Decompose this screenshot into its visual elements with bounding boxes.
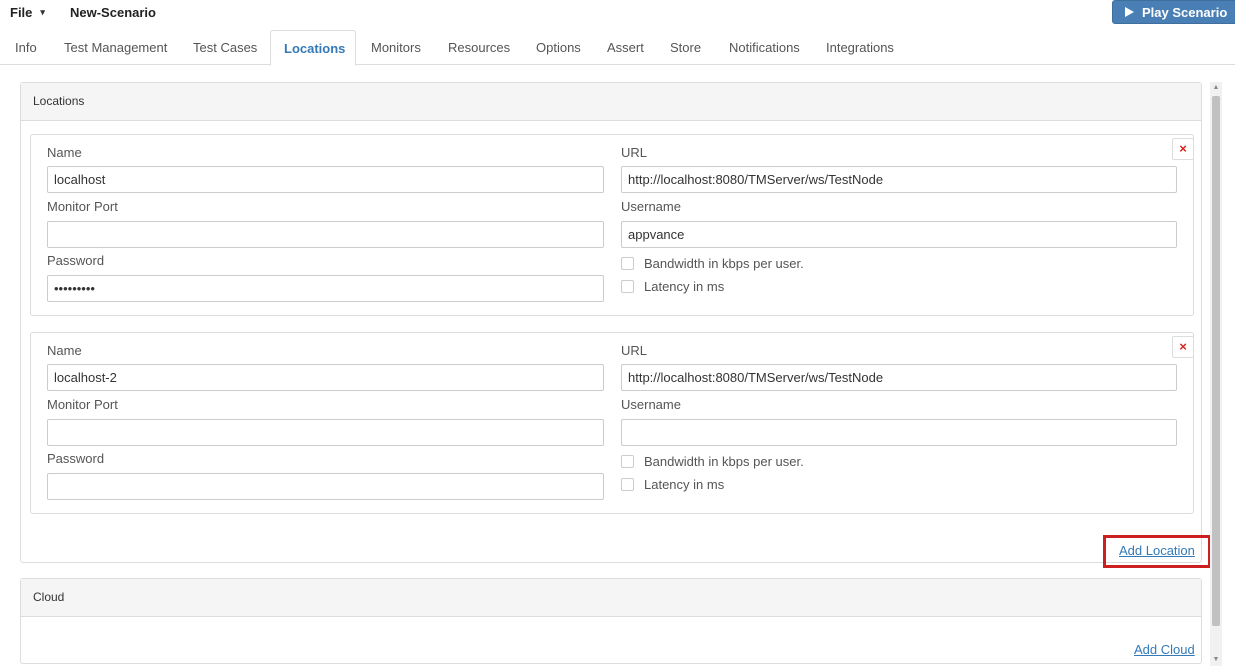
tab-bar: Info Test Management Test Cases Location… [0, 30, 1235, 66]
username-label: Username [621, 397, 681, 412]
name-input[interactable] [47, 166, 604, 193]
password-input[interactable] [47, 275, 604, 302]
username-label: Username [621, 199, 681, 214]
scroll-up-arrow-icon[interactable]: ▲ [1210, 82, 1222, 94]
tab-monitors[interactable]: Monitors [361, 30, 431, 65]
url-label: URL [621, 343, 648, 358]
bandwidth-option[interactable]: Bandwidth in kbps per user. [621, 454, 804, 469]
tab-locations[interactable]: Locations [270, 30, 356, 66]
locations-panel: Locations Name URL × Monitor Port Userna… [20, 82, 1202, 563]
latency-checkbox[interactable] [621, 280, 634, 293]
latency-checkbox[interactable] [621, 478, 634, 491]
monitor-port-label: Monitor Port [47, 199, 118, 214]
password-label: Password [47, 451, 105, 466]
scrollbar-thumb[interactable] [1212, 96, 1220, 626]
name-label: Name [47, 145, 82, 160]
monitor-port-input[interactable] [47, 419, 604, 446]
play-scenario-button[interactable]: Play Scenario [1112, 0, 1235, 24]
play-scenario-label: Play Scenario [1142, 4, 1228, 20]
latency-label: Latency in ms [644, 279, 725, 294]
location-card: Name URL × Monitor Port Username Passwor… [30, 134, 1194, 316]
bandwidth-checkbox[interactable] [621, 257, 634, 270]
latency-option[interactable]: Latency in ms [621, 477, 724, 492]
password-input[interactable] [47, 473, 604, 500]
remove-location-button[interactable]: × [1172, 138, 1194, 160]
add-cloud-link[interactable]: Add Cloud [1134, 642, 1195, 657]
bandwidth-label: Bandwidth in kbps per user. [644, 256, 804, 271]
tab-options[interactable]: Options [526, 30, 591, 65]
file-menu[interactable]: File ▾ [10, 5, 45, 20]
latency-option[interactable]: Latency in ms [621, 279, 724, 294]
chevron-down-icon: ▾ [40, 7, 45, 17]
location-card: Name URL × Monitor Port Username Passwor… [30, 332, 1194, 514]
scrollbar[interactable]: ▲ ▼ [1210, 82, 1222, 666]
file-menu-label: File [10, 5, 33, 20]
tab-resources[interactable]: Resources [438, 30, 520, 65]
top-bar: File ▾ New-Scenario Play Scenario [0, 0, 1235, 26]
url-label: URL [621, 145, 648, 160]
locations-panel-title: Locations [21, 83, 1201, 121]
latency-label: Latency in ms [644, 477, 725, 492]
scroll-down-arrow-icon[interactable]: ▼ [1210, 654, 1222, 666]
tab-info[interactable]: Info [5, 30, 47, 65]
bandwidth-label: Bandwidth in kbps per user. [644, 454, 804, 469]
highlight-box [1103, 535, 1211, 568]
bandwidth-checkbox[interactable] [621, 455, 634, 468]
name-input[interactable] [47, 364, 604, 391]
tab-test-management[interactable]: Test Management [54, 30, 177, 65]
monitor-port-label: Monitor Port [47, 397, 118, 412]
tab-integrations[interactable]: Integrations [816, 30, 904, 65]
url-input[interactable] [621, 166, 1177, 193]
play-icon [1125, 7, 1134, 17]
cloud-panel-title: Cloud [21, 579, 1201, 617]
remove-location-button[interactable]: × [1172, 336, 1194, 358]
bandwidth-option[interactable]: Bandwidth in kbps per user. [621, 256, 804, 271]
monitor-port-input[interactable] [47, 221, 604, 248]
scenario-name: New-Scenario [70, 5, 156, 20]
tab-notifications[interactable]: Notifications [719, 30, 810, 65]
url-input[interactable] [621, 364, 1177, 391]
password-label: Password [47, 253, 105, 268]
tab-test-cases[interactable]: Test Cases [183, 30, 267, 65]
tab-store[interactable]: Store [660, 30, 711, 65]
cloud-panel: Cloud Add Cloud [20, 578, 1202, 664]
username-input[interactable] [621, 419, 1177, 446]
name-label: Name [47, 343, 82, 358]
username-input[interactable] [621, 221, 1177, 248]
tab-assert[interactable]: Assert [597, 30, 654, 65]
